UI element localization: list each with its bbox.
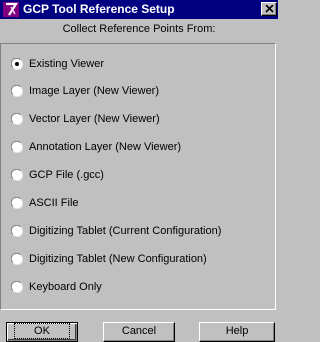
option-ascii-file[interactable]: ASCII File xyxy=(11,195,271,211)
window-title: GCP Tool Reference Setup xyxy=(23,2,175,16)
radio-icon[interactable] xyxy=(11,113,23,125)
option-annotation-layer[interactable]: Annotation Layer (New Viewer) xyxy=(11,139,271,155)
option-existing-viewer[interactable]: Existing Viewer xyxy=(11,56,271,72)
option-label: Existing Viewer xyxy=(29,58,104,70)
radio-icon[interactable] xyxy=(11,281,23,293)
group-caption: Collect Reference Points From: xyxy=(62,23,216,35)
option-keyboard-only[interactable]: Keyboard Only xyxy=(11,279,271,295)
option-label: Digitizing Tablet (New Configuration) xyxy=(29,253,207,265)
option-label: ASCII File xyxy=(29,197,79,209)
help-button-label: Help xyxy=(225,325,249,337)
option-vector-layer[interactable]: Vector Layer (New Viewer) xyxy=(11,111,271,127)
ok-button[interactable]: OK xyxy=(6,322,78,342)
radio-icon[interactable] xyxy=(11,85,23,97)
radio-icon[interactable] xyxy=(11,253,23,265)
option-label: GCP File (.gcc) xyxy=(29,169,104,181)
radio-icon[interactable] xyxy=(11,141,23,153)
ok-button-label: OK xyxy=(14,323,70,339)
option-label: Vector Layer (New Viewer) xyxy=(29,113,160,125)
radio-icon[interactable] xyxy=(11,225,23,237)
cancel-button-label: Cancel xyxy=(121,325,157,337)
help-button[interactable]: Help xyxy=(199,322,275,342)
app-logo-icon xyxy=(3,2,19,17)
option-label: Digitizing Tablet (Current Configuration… xyxy=(29,225,222,237)
option-tablet-current[interactable]: Digitizing Tablet (Current Configuration… xyxy=(11,223,271,239)
cancel-button[interactable]: Cancel xyxy=(103,322,175,342)
option-tablet-new[interactable]: Digitizing Tablet (New Configuration) xyxy=(11,251,271,267)
reference-source-group: Existing Viewer Image Layer (New Viewer)… xyxy=(0,43,276,310)
option-label: Annotation Layer (New Viewer) xyxy=(29,141,182,153)
radio-icon[interactable] xyxy=(11,197,23,209)
option-label: Keyboard Only xyxy=(29,281,102,293)
radio-icon[interactable] xyxy=(11,169,23,181)
radio-icon[interactable] xyxy=(11,58,23,70)
option-image-layer[interactable]: Image Layer (New Viewer) xyxy=(11,83,271,99)
close-button[interactable] xyxy=(261,2,277,16)
title-bar: GCP Tool Reference Setup xyxy=(0,0,278,19)
close-icon xyxy=(265,5,274,13)
option-gcp-file[interactable]: GCP File (.gcc) xyxy=(11,167,271,183)
option-label: Image Layer (New Viewer) xyxy=(29,85,160,97)
